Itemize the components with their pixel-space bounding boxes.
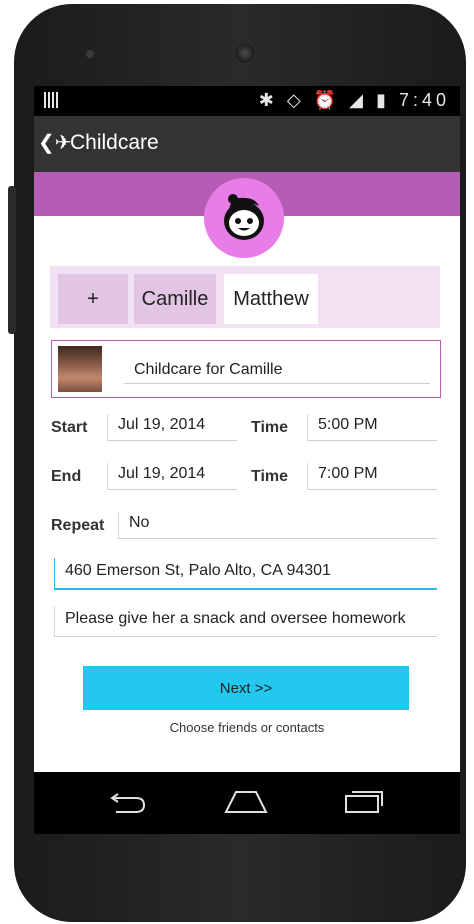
back-icon[interactable] [106,786,150,816]
notification-bars-icon [44,92,60,108]
camera-icon [234,42,256,64]
start-date-value: Jul 19, 2014 [118,416,206,433]
page-title: Childcare [70,131,159,154]
notes-value: Please give her a snack and oversee home… [65,610,406,627]
lte-signal-icon: ◢ [349,90,368,110]
start-time-value: 5:00 PM [318,416,378,433]
tab-matthew[interactable]: Matthew [224,274,318,324]
action-bar: ❮✈ Childcare [34,116,460,172]
battery-icon: ▮ [376,90,390,110]
end-date-value: Jul 19, 2014 [118,465,206,482]
screen: ✱ ◇ ⏰ ◢ ▮ 7:40 ❮✈ Childcare + Camille Ma… [34,86,460,772]
event-title-text: Childcare for Camille [134,361,283,378]
end-label: End [51,468,82,485]
notes-input[interactable]: Please give her a snack and oversee home… [54,606,437,637]
repeat-label: Repeat [51,517,105,534]
sensor-dot [86,50,94,58]
recent-apps-icon[interactable] [342,786,386,816]
end-time-value: 7:00 PM [318,465,378,482]
add-child-tab[interactable]: + [58,274,128,324]
end-date-field[interactable]: Jul 19, 2014 [107,463,237,490]
repeat-field[interactable]: No [118,512,437,539]
end-time-field[interactable]: 7:00 PM [307,463,437,490]
contact-photo[interactable] [58,346,102,392]
start-label: Start [51,419,88,436]
home-icon[interactable] [222,786,270,816]
alarm-icon: ⏰ [313,90,341,110]
side-button [8,186,16,334]
child-tabs: + Camille Matthew [50,266,440,328]
event-title-box: Childcare for Camille [51,340,441,398]
child-face-icon [224,194,264,240]
back-app-icon[interactable]: ❮✈ [38,130,72,155]
start-date-field[interactable]: Jul 19, 2014 [107,414,237,441]
bluetooth-icon: ✱ [258,90,278,110]
event-title-input[interactable]: Childcare for Camille [124,351,430,384]
status-icons: ✱ ◇ ⏰ ◢ ▮ 7:40 [259,90,450,111]
repeat-value: No [129,514,150,531]
child-avatar[interactable] [204,178,284,258]
end-time-label: Time [251,468,289,485]
rotate-icon: ◇ [286,90,305,110]
tab-camille[interactable]: Camille [134,274,216,324]
address-value: 460 Emerson St, Palo Alto, CA 94301 [65,562,331,579]
next-button[interactable]: Next >> [83,666,409,710]
navigation-bar [34,772,460,834]
address-input[interactable]: 460 Emerson St, Palo Alto, CA 94301 [54,558,437,590]
hint-text: Choose friends or contacts [169,720,325,735]
start-time-field[interactable]: 5:00 PM [307,414,437,441]
clock: 7:40 [398,90,450,110]
start-time-label: Time [251,419,289,436]
status-bar: ✱ ◇ ⏰ ◢ ▮ 7:40 [34,86,460,116]
